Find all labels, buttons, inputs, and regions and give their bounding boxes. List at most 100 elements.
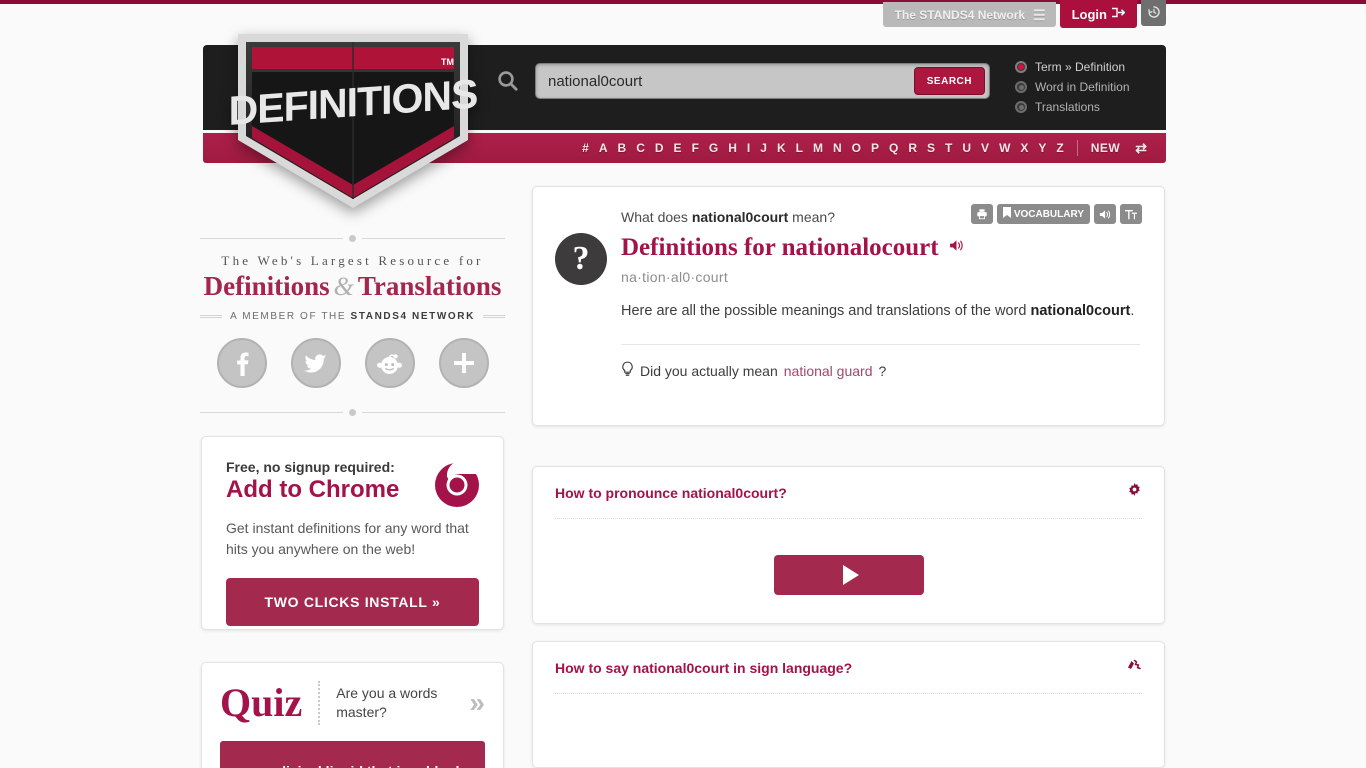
nav-letter-k[interactable]: K bbox=[772, 141, 791, 155]
nav-letter-h[interactable]: H bbox=[723, 141, 742, 155]
did-you-mean-prefix: Did you actually mean bbox=[640, 362, 778, 379]
quiz-next-button[interactable]: » bbox=[469, 687, 485, 719]
search-button[interactable]: SEARCH bbox=[913, 67, 985, 95]
nav-letter-i[interactable]: I bbox=[742, 141, 755, 155]
page-title: Definitions for nationalocourt bbox=[621, 234, 1140, 262]
network-member-line: A MEMBER OF THE STANDS4 NETWORK bbox=[200, 311, 506, 322]
quiz-card: Quiz Are you a words master? » a medicin… bbox=[201, 662, 504, 768]
paragraph-suffix: . bbox=[1130, 303, 1135, 319]
nav-letter-w[interactable]: W bbox=[994, 141, 1015, 155]
login-button[interactable]: Login bbox=[1059, 0, 1137, 28]
divider-top bbox=[200, 232, 505, 244]
what-prefix: What does bbox=[621, 209, 692, 225]
text-size-icon[interactable] bbox=[1120, 204, 1142, 224]
nav-letter-e[interactable]: E bbox=[669, 141, 687, 155]
nav-letter-p[interactable]: P bbox=[866, 141, 884, 155]
history-icon bbox=[1147, 5, 1161, 22]
nav-letter-v[interactable]: V bbox=[976, 141, 994, 155]
shuffle-icon[interactable]: ⇄ bbox=[1125, 140, 1152, 157]
radio-translations[interactable]: Translations bbox=[1015, 100, 1130, 114]
definition-toolbar: VOCABULARY bbox=[970, 204, 1142, 224]
nav-letter-a[interactable]: A bbox=[594, 141, 613, 155]
speaker-icon[interactable] bbox=[949, 239, 965, 257]
search-area: SEARCH bbox=[495, 63, 990, 99]
site-logo[interactable]: DEFINITIONS TM bbox=[228, 22, 478, 214]
quiz-heading: Quiz bbox=[220, 680, 303, 725]
question-mark-avatar: ? bbox=[555, 233, 607, 285]
nav-letter-x[interactable]: X bbox=[1015, 141, 1033, 155]
quiz-answer-option[interactable]: a medicinal liquid that is rubbed bbox=[220, 741, 485, 768]
nav-letter-n[interactable]: N bbox=[828, 141, 847, 155]
share-more-icon[interactable] bbox=[438, 338, 489, 388]
social-links bbox=[200, 338, 505, 388]
svg-text:TM: TM bbox=[441, 57, 454, 67]
definition-body: What does national0court mean? Definitio… bbox=[621, 209, 1140, 380]
twitter-icon[interactable] bbox=[290, 338, 341, 388]
nav-letter-y[interactable]: Y bbox=[1033, 141, 1051, 155]
facebook-icon[interactable] bbox=[216, 338, 267, 388]
search-box[interactable]: SEARCH bbox=[535, 63, 990, 99]
vocabulary-button[interactable]: VOCABULARY bbox=[996, 204, 1090, 224]
sidebar: The Web's Largest Resource for Definitio… bbox=[200, 232, 506, 418]
definition-intro-paragraph: Here are all the possible meanings and t… bbox=[621, 301, 1140, 322]
radio-dot-icon bbox=[1015, 81, 1027, 93]
nav-letter-j[interactable]: J bbox=[755, 141, 772, 155]
radio-label: Word in Definition bbox=[1035, 80, 1130, 94]
tagline-top: The Web's Largest Resource for bbox=[221, 253, 484, 268]
chrome-promo-card: Free, no signup required: Add to Chrome … bbox=[201, 436, 504, 630]
nav-letter-r[interactable]: R bbox=[903, 141, 922, 155]
quiz-question: Are you a words master? bbox=[336, 685, 438, 720]
what-suffix: mean? bbox=[788, 209, 835, 225]
sign-language-icon[interactable] bbox=[1126, 658, 1142, 677]
paragraph-prefix: Here are all the possible meanings and t… bbox=[621, 303, 1031, 319]
quiz-header: Quiz Are you a words master? » bbox=[220, 681, 485, 725]
nav-letter-b[interactable]: B bbox=[613, 141, 632, 155]
bookmark-icon bbox=[1002, 207, 1011, 221]
lightbulb-icon bbox=[621, 361, 634, 380]
speaker-icon[interactable] bbox=[1094, 204, 1116, 224]
nav-letter-g[interactable]: G bbox=[704, 141, 723, 155]
nav-letter-l[interactable]: L bbox=[791, 141, 808, 155]
did-you-mean-link[interactable]: national guard bbox=[784, 363, 873, 379]
play-button[interactable] bbox=[773, 555, 924, 595]
search-input[interactable] bbox=[536, 72, 914, 90]
stands4-network-button[interactable]: The STANDS4 Network ☰ bbox=[882, 2, 1056, 27]
nav-letter-s[interactable]: S bbox=[922, 141, 940, 155]
nav-letter-c[interactable]: C bbox=[631, 141, 650, 155]
tagline-translations: Translations bbox=[357, 271, 502, 301]
gear-icon[interactable] bbox=[1127, 483, 1142, 502]
nav-letter-d[interactable]: D bbox=[650, 141, 669, 155]
sign-in-icon bbox=[1112, 7, 1126, 21]
radio-label: Translations bbox=[1035, 100, 1100, 114]
did-you-mean: Did you actually mean national guard? bbox=[621, 361, 1140, 380]
nav-letter-hash[interactable]: # bbox=[577, 141, 594, 155]
nav-letter-z[interactable]: Z bbox=[1051, 141, 1068, 155]
print-icon[interactable] bbox=[970, 204, 993, 224]
nav-letter-o[interactable]: O bbox=[847, 141, 866, 155]
nav-letter-m[interactable]: M bbox=[808, 141, 828, 155]
radio-dot-icon bbox=[1015, 101, 1027, 113]
chrome-icon bbox=[433, 460, 481, 509]
reddit-icon[interactable] bbox=[364, 338, 415, 388]
tagline-main: Definitions & Translations bbox=[200, 271, 505, 302]
sign-language-header: How to say national0court in sign langua… bbox=[555, 642, 1142, 694]
nav-letter-t[interactable]: T bbox=[940, 141, 957, 155]
quiz-divider bbox=[318, 681, 321, 725]
login-label: Login bbox=[1071, 6, 1107, 22]
chrome-description: Get instant definitions for any word tha… bbox=[226, 520, 469, 557]
chrome-install-button[interactable]: TWO CLICKS INSTALL » bbox=[226, 578, 479, 626]
divider-bottom bbox=[200, 406, 505, 418]
radio-word-in-definition[interactable]: Word in Definition bbox=[1015, 80, 1130, 94]
paragraph-term: national0court bbox=[1030, 303, 1131, 319]
radio-dot-selected-icon bbox=[1015, 61, 1027, 73]
search-scope-radios: Term » Definition Word in Definition Tra… bbox=[1015, 60, 1130, 114]
history-button[interactable] bbox=[1141, 0, 1166, 26]
radio-term-definition[interactable]: Term » Definition bbox=[1015, 60, 1130, 74]
vocabulary-label: VOCABULARY bbox=[1013, 208, 1084, 220]
nav-letter-q[interactable]: Q bbox=[884, 141, 903, 155]
nav-letter-u[interactable]: U bbox=[957, 141, 976, 155]
nav-letter-f[interactable]: F bbox=[687, 141, 704, 155]
syllable-breakdown: na·tion·al0·court bbox=[621, 269, 729, 285]
hamburger-icon[interactable]: ☰ bbox=[1033, 8, 1046, 22]
nav-new-link[interactable]: NEW bbox=[1086, 141, 1126, 155]
